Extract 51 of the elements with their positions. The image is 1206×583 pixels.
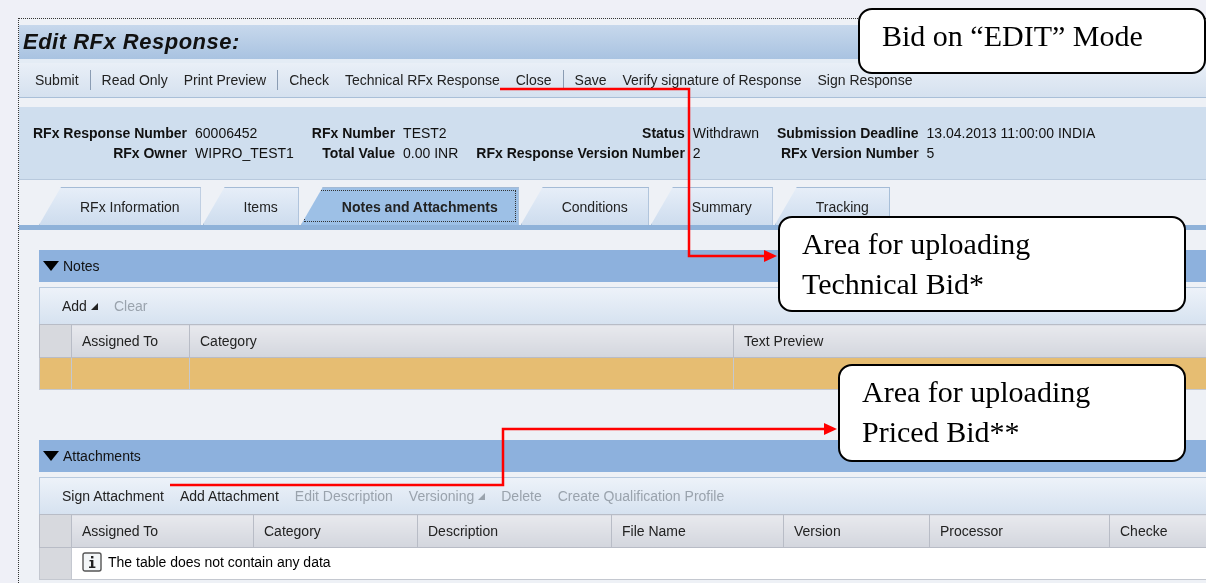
- column-header[interactable]: Version: [783, 514, 930, 548]
- toolbar-button[interactable]: Submit: [27, 72, 87, 88]
- tab[interactable]: Conditions: [520, 187, 649, 225]
- field-label: RFx Owner: [112, 145, 188, 161]
- column-header[interactable]: Assigned To: [71, 324, 190, 358]
- toolbar-button[interactable]: Verify signature of Response: [614, 72, 810, 88]
- field-value: 5: [926, 145, 936, 161]
- toolbar-button[interactable]: Sign Attachment: [54, 488, 172, 504]
- column-header[interactable]: File Name: [611, 514, 784, 548]
- triangle-icon: [43, 451, 59, 461]
- toolbar-button[interactable]: Read Only: [93, 72, 176, 88]
- field-label: RFx Version Number: [779, 145, 919, 161]
- caret-icon: [90, 302, 98, 310]
- column-header[interactable]: Checke: [1109, 514, 1206, 548]
- field-value: Withdrawn: [692, 125, 759, 141]
- column-header[interactable]: Category: [253, 514, 418, 548]
- column-header[interactable]: Processor: [929, 514, 1110, 548]
- tab[interactable]: RFx Information: [39, 187, 201, 225]
- toolbar-button[interactable]: Print Preview: [175, 72, 275, 88]
- column-header[interactable]: Description: [417, 514, 612, 548]
- toolbar-button[interactable]: Add: [54, 298, 106, 314]
- tab[interactable]: Summary: [650, 187, 773, 225]
- tab[interactable]: Notes and Attachments: [300, 187, 519, 225]
- field-label: Total Value: [321, 145, 396, 161]
- callout-text: Bid on “EDIT” Mode: [882, 18, 1144, 54]
- column-header[interactable]: Assigned To: [71, 514, 254, 548]
- row-selector[interactable]: [39, 357, 72, 390]
- field-value: WIPRO_TEST1: [195, 145, 294, 161]
- triangle-icon: [43, 261, 59, 271]
- field-value: 2: [692, 145, 702, 161]
- column-header[interactable]: Text Preview: [733, 324, 1206, 358]
- toolbar-button[interactable]: Technical RFx Response: [336, 72, 508, 88]
- tab[interactable]: Items: [202, 187, 299, 225]
- toolbar-button[interactable]: Sign Response: [809, 72, 921, 88]
- field-label: RFx Response Number: [33, 125, 188, 141]
- info-icon: [82, 552, 102, 572]
- toolbar-button[interactable]: Add Attachment: [171, 488, 287, 504]
- toolbar-button[interactable]: Close: [507, 72, 560, 88]
- field-label: Status: [641, 125, 685, 141]
- field-label: RFx Number: [311, 125, 396, 141]
- field-value: 13.04.2013 11:00:00 INDIA: [926, 125, 1096, 141]
- field-value: TEST2: [403, 125, 448, 141]
- field-value: 0.00 INR: [403, 145, 459, 161]
- column-header[interactable]: Category: [189, 324, 734, 358]
- toolbar-button[interactable]: Check: [281, 72, 337, 88]
- toolbar-button[interactable]: Save: [566, 72, 615, 88]
- caret-icon: [478, 492, 486, 500]
- field-value: 60006452: [195, 125, 259, 141]
- field-label: RFx Response Version Number: [476, 145, 685, 161]
- empty-table-message: The table does not contain any data: [108, 554, 331, 570]
- field-label: Submission Deadline: [777, 125, 919, 141]
